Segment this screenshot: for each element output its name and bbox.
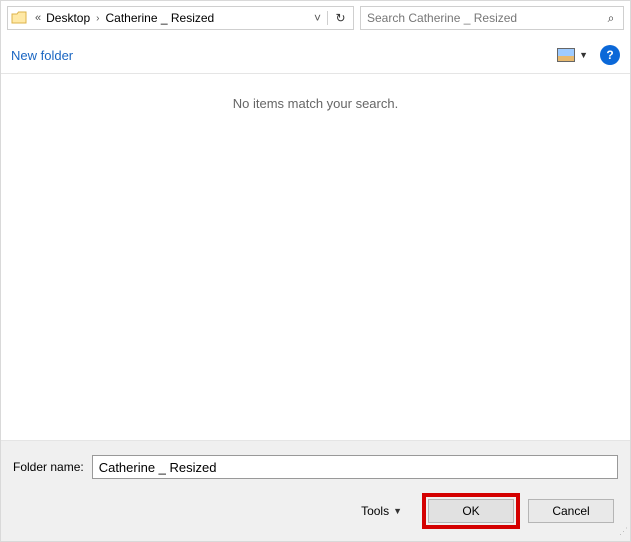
address-search-row: « Desktop › Catherine _ Resized ˅ ↻ Sear… [1, 1, 630, 35]
search-box[interactable]: Search Catherine _ Resized ⌕ [360, 6, 624, 30]
cancel-button[interactable]: Cancel [528, 499, 614, 523]
dialog-buttons: Tools ▼ OK Cancel [13, 493, 618, 529]
chevron-down-icon: ▼ [579, 50, 588, 60]
chevron-down-icon: ˅ [314, 11, 321, 25]
folder-name-label: Folder name: [13, 460, 84, 474]
search-icon: ⌕ [608, 11, 615, 26]
history-dropdown[interactable]: ˅ [307, 11, 327, 25]
ok-highlight-annotation: OK [422, 493, 520, 529]
help-icon: ? [606, 48, 613, 62]
picture-icon [557, 48, 575, 62]
empty-message: No items match your search. [233, 96, 398, 440]
breadcrumb[interactable]: « Desktop › Catherine _ Resized [30, 11, 307, 25]
folder-name-input[interactable] [92, 455, 618, 479]
folder-picker-dialog: « Desktop › Catherine _ Resized ˅ ↻ Sear… [0, 0, 631, 542]
help-button[interactable]: ? [600, 45, 620, 65]
breadcrumb-overflow-icon[interactable]: « [32, 12, 44, 24]
search-placeholder: Search Catherine _ Resized [361, 11, 599, 25]
folder-icon [8, 11, 30, 25]
toolbar: New folder ▼ ? [1, 35, 630, 74]
address-bar[interactable]: « Desktop › Catherine _ Resized ˅ ↻ [7, 6, 354, 30]
resize-grip[interactable]: ⋰ [618, 529, 628, 539]
file-list-area: No items match your search. [1, 74, 630, 440]
refresh-icon: ↻ [335, 11, 345, 25]
tools-menu[interactable]: Tools ▼ [361, 504, 402, 518]
ok-button[interactable]: OK [428, 499, 514, 523]
breadcrumb-parent[interactable]: Desktop [44, 11, 92, 25]
tools-label: Tools [361, 504, 389, 518]
search-button[interactable]: ⌕ [599, 11, 623, 26]
folder-name-row: Folder name: [13, 455, 618, 479]
bottom-panel: Folder name: Tools ▼ OK Cancel [1, 440, 630, 541]
chevron-right-icon: › [92, 13, 103, 24]
view-mode-button[interactable]: ▼ [557, 48, 588, 62]
chevron-down-icon: ▼ [393, 506, 402, 516]
refresh-button[interactable]: ↻ [327, 11, 353, 25]
new-folder-button[interactable]: New folder [11, 48, 73, 63]
breadcrumb-current[interactable]: Catherine _ Resized [104, 11, 217, 25]
